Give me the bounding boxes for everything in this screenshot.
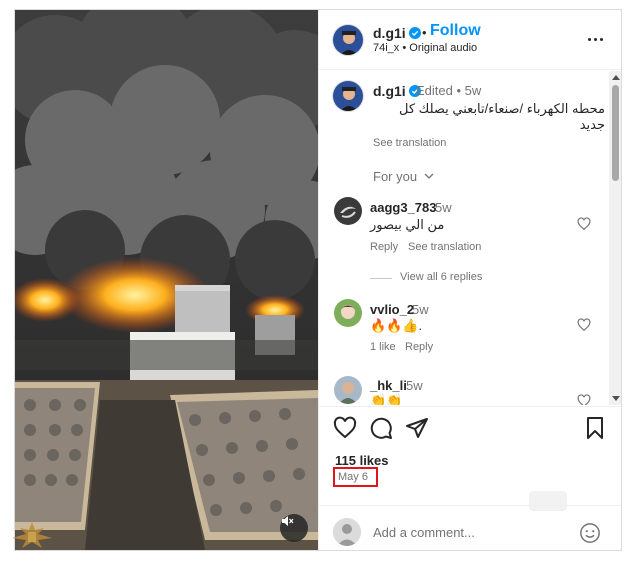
add-comment-bar — [319, 505, 621, 550]
comment-see-translation[interactable]: See translation — [408, 241, 481, 253]
comment-time: 5w — [412, 302, 429, 317]
watermark-logo — [12, 522, 52, 548]
comments-section[interactable]: d.g1i Edited • 5w محطه الكهرباء /صنعاء/ت… — [319, 71, 621, 405]
scroll-up-arrow-icon[interactable] — [612, 75, 620, 80]
mute-icon — [282, 516, 294, 526]
post-date[interactable]: May 6 — [333, 467, 378, 487]
heart-icon[interactable] — [333, 416, 357, 440]
heart-icon[interactable] — [577, 318, 591, 332]
comment-text: 🔥🔥👍. — [370, 318, 423, 333]
commenter-avatar[interactable] — [334, 197, 362, 225]
caption-author-avatar[interactable] — [332, 80, 364, 112]
avatar-image — [334, 299, 362, 327]
avatar-image — [333, 81, 363, 111]
view-replies-line — [370, 278, 392, 279]
scrollbar-thumb[interactable] — [612, 85, 619, 181]
more-dot — [594, 38, 597, 41]
comment-time: 5w — [435, 200, 452, 215]
more-options-button[interactable] — [586, 32, 606, 48]
for-you-label[interactable]: For you — [373, 169, 417, 184]
comment-username[interactable]: aagg3_783 — [370, 200, 437, 215]
follow-button[interactable]: Follow — [430, 22, 481, 40]
caption-username[interactable]: d.g1i — [373, 83, 421, 99]
avatar-image — [334, 376, 362, 404]
comment-like-count[interactable]: 1 like — [370, 341, 396, 353]
caption-username-text[interactable]: d.g1i — [373, 83, 406, 99]
verified-badge-icon — [408, 27, 421, 39]
share-icon[interactable] — [405, 416, 429, 440]
post-side-panel: d.g1i • Follow 74i_x • Original audio d.… — [318, 10, 621, 550]
post-video[interactable] — [15, 10, 318, 550]
commenter-avatar[interactable] — [334, 376, 362, 404]
post-header: d.g1i • Follow 74i_x • Original audio — [319, 10, 621, 70]
header-dot-separator: • — [422, 25, 427, 40]
post-actions-bar — [319, 406, 621, 446]
comment-username[interactable]: vvlio_2 — [370, 302, 414, 317]
avatar-image — [333, 25, 363, 55]
avatar-image — [334, 197, 362, 225]
comment-text: 👏👏 — [370, 393, 403, 405]
current-user-avatar — [333, 518, 361, 546]
emoji-icon[interactable] — [579, 522, 601, 544]
comment-reply-button[interactable]: Reply — [405, 341, 433, 353]
commenter-avatar[interactable] — [334, 299, 362, 327]
audio-label[interactable]: 74i_x • Original audio — [373, 42, 477, 54]
chevron-down-icon — [424, 173, 434, 179]
add-comment-input[interactable] — [373, 518, 563, 546]
comments-scrollbar[interactable] — [609, 71, 621, 405]
heart-icon[interactable] — [577, 217, 591, 231]
video-frame-fire-scene — [15, 10, 318, 550]
caption-meta: Edited • 5w — [416, 83, 482, 98]
author-avatar[interactable] — [332, 24, 364, 56]
scroll-down-arrow-icon[interactable] — [612, 396, 620, 401]
more-dot — [588, 38, 591, 41]
for-you-dropdown[interactable]: For you — [373, 169, 434, 184]
instagram-post: d.g1i • Follow 74i_x • Original audio d.… — [14, 9, 622, 551]
mute-button[interactable] — [280, 514, 308, 542]
caption-text: محطه الكهرباء /صنعاء/تابعني يصلك كل جديد — [399, 101, 605, 132]
bookmark-icon[interactable] — [583, 416, 607, 440]
likes-count[interactable]: 115 likes — [335, 453, 389, 468]
more-dot — [600, 38, 603, 41]
author-username-text[interactable]: d.g1i — [373, 25, 406, 41]
comment-time: 5w — [406, 378, 423, 393]
heart-icon[interactable] — [577, 394, 591, 405]
author-username[interactable]: d.g1i — [373, 25, 421, 41]
default-avatar-icon — [333, 518, 361, 546]
comment-text: من الي بيصور — [370, 217, 445, 232]
view-replies-text[interactable]: View all 6 replies — [400, 271, 482, 283]
comment-reply-button[interactable]: Reply — [370, 241, 398, 253]
caption-see-translation[interactable]: See translation — [373, 137, 446, 149]
comment-username[interactable]: _hk_li — [370, 378, 407, 393]
comment-icon[interactable] — [369, 416, 393, 440]
